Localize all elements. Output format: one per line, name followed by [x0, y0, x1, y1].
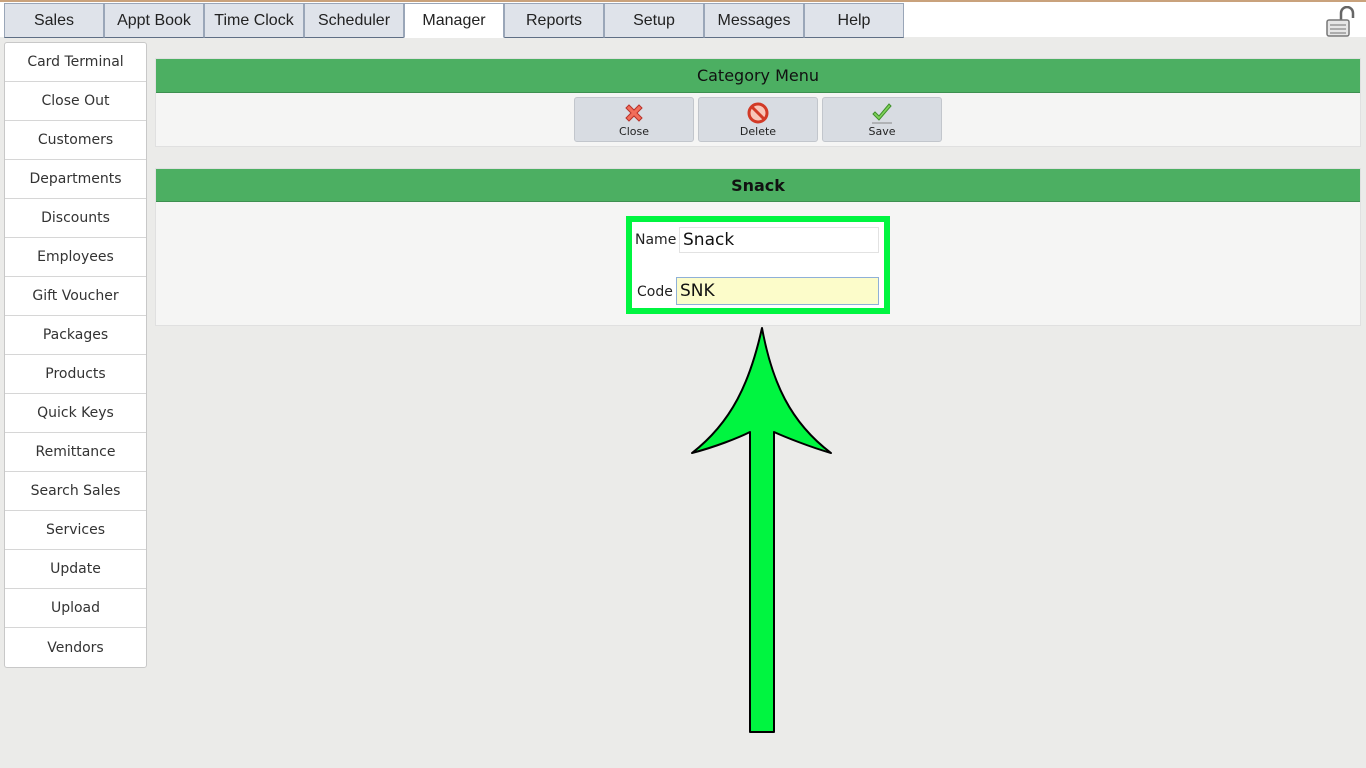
- toolbar: Close Delete Save: [156, 93, 1360, 148]
- name-field[interactable]: [679, 227, 879, 253]
- sidebar: Card Terminal Close Out Customers Depart…: [4, 42, 147, 668]
- checkmark-icon: [872, 103, 892, 124]
- category-menu-title: Category Menu: [156, 59, 1360, 93]
- tab-messages[interactable]: Messages: [704, 3, 804, 38]
- sidebar-item-quick-keys[interactable]: Quick Keys: [5, 394, 146, 433]
- save-button[interactable]: Save: [822, 97, 942, 142]
- sidebar-item-remittance[interactable]: Remittance: [5, 433, 146, 472]
- name-label: Name: [635, 232, 677, 248]
- code-field[interactable]: [676, 277, 879, 305]
- tab-sales[interactable]: Sales: [4, 3, 104, 38]
- close-button[interactable]: Close: [574, 97, 694, 142]
- tab-scheduler[interactable]: Scheduler: [304, 3, 404, 38]
- highlight-box: Name Code: [626, 216, 890, 314]
- sidebar-item-vendors[interactable]: Vendors: [5, 628, 146, 667]
- sidebar-item-search-sales[interactable]: Search Sales: [5, 472, 146, 511]
- sidebar-item-customers[interactable]: Customers: [5, 121, 146, 160]
- sidebar-item-departments[interactable]: Departments: [5, 160, 146, 199]
- sidebar-item-card-terminal[interactable]: Card Terminal: [5, 43, 146, 82]
- sidebar-item-packages[interactable]: Packages: [5, 316, 146, 355]
- sidebar-item-services[interactable]: Services: [5, 511, 146, 550]
- prohibited-icon: [747, 102, 769, 124]
- save-button-label: Save: [868, 125, 896, 138]
- category-detail-panel: Snack Name Code: [155, 168, 1361, 326]
- tab-manager[interactable]: Manager: [404, 3, 504, 38]
- sidebar-item-employees[interactable]: Employees: [5, 238, 146, 277]
- top-nav: Sales Appt Book Time Clock Scheduler Man…: [0, 0, 1366, 38]
- sidebar-item-products[interactable]: Products: [5, 355, 146, 394]
- lock-icon[interactable]: [1324, 6, 1358, 38]
- tab-time-clock[interactable]: Time Clock: [204, 3, 304, 38]
- tab-reports[interactable]: Reports: [504, 3, 604, 38]
- delete-button[interactable]: Delete: [698, 97, 818, 142]
- sidebar-item-discounts[interactable]: Discounts: [5, 199, 146, 238]
- close-icon: [625, 104, 643, 122]
- category-menu-panel: Category Menu Close Delete Save: [155, 58, 1361, 147]
- sidebar-item-gift-voucher[interactable]: Gift Voucher: [5, 277, 146, 316]
- tab-appt-book[interactable]: Appt Book: [104, 3, 204, 38]
- code-label: Code: [637, 284, 673, 300]
- sidebar-item-close-out[interactable]: Close Out: [5, 82, 146, 121]
- tab-setup[interactable]: Setup: [604, 3, 704, 38]
- tab-help[interactable]: Help: [804, 3, 904, 38]
- sidebar-item-update[interactable]: Update: [5, 550, 146, 589]
- close-button-label: Close: [619, 125, 649, 138]
- up-arrow-annotation: [691, 327, 832, 733]
- category-title: Snack: [156, 169, 1360, 202]
- delete-button-label: Delete: [739, 125, 777, 138]
- sidebar-item-upload[interactable]: Upload: [5, 589, 146, 628]
